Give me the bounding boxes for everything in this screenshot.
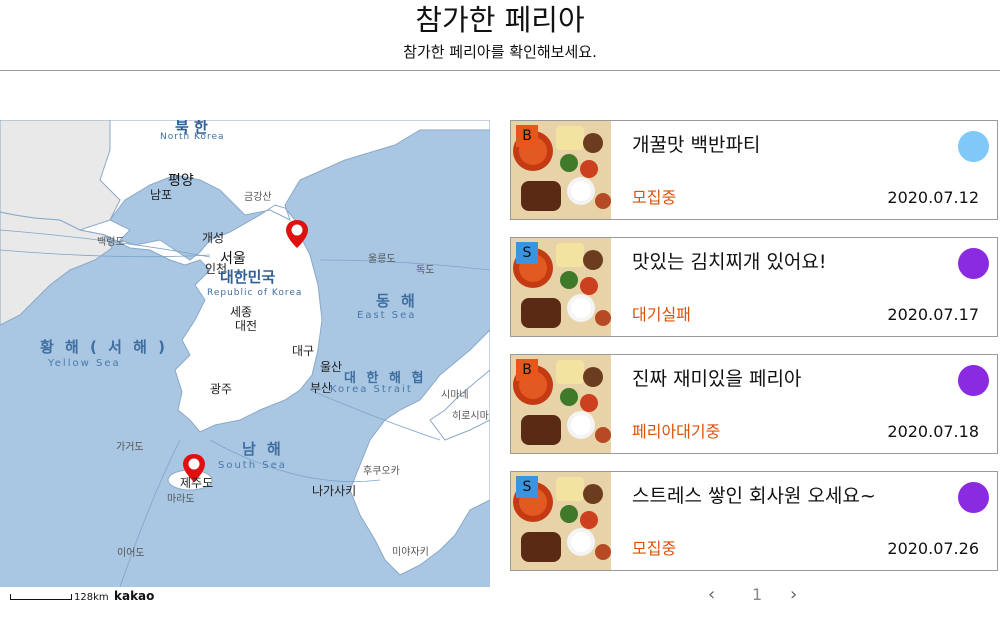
map-label-daejeon: 대전: [235, 319, 258, 333]
map-label-kaesong: 개성: [202, 231, 225, 245]
card-status: 모집중: [632, 188, 677, 207]
card-status: 대기실패: [632, 305, 691, 324]
pagination: ‹ 1 ›: [700, 583, 810, 607]
map-label-ieodo: 이어도: [117, 548, 145, 559]
food-thumbnail: B: [511, 121, 611, 219]
card-badge: S: [516, 242, 538, 264]
map-label-miyazaki: 미야자키: [392, 547, 429, 558]
map-label-busan: 부산: [310, 381, 333, 395]
status-dot-icon: [958, 131, 989, 162]
card-title: 맛있는 김치찌개 있어요!: [632, 251, 827, 273]
card-title: 스트레스 쌓인 회사원 오세요~: [632, 485, 876, 507]
party-card[interactable]: B 개꿀맛 백반파티모집중 2020.07.12: [510, 120, 998, 220]
map-label-marado: 마라도: [167, 494, 195, 505]
scale-bar: [10, 594, 72, 600]
chevron-left-icon[interactable]: ‹: [708, 583, 715, 607]
card-status: 페리아대기중: [632, 422, 721, 441]
map-label-jeju: 제주도: [180, 476, 214, 490]
status-dot-icon: [958, 248, 989, 279]
page-subtitle: 참가한 페리아를 확인해보세요.: [403, 43, 597, 61]
map-label-gageodo: 가거도: [116, 442, 144, 453]
map-label-baengnyeongdo: 백령도: [97, 237, 125, 248]
map-label-nampo: 남포: [150, 188, 173, 202]
page-number[interactable]: 1: [752, 583, 762, 607]
card-badge: B: [516, 359, 538, 381]
map-label-south-sea-en: South Sea: [218, 460, 287, 471]
map-label-east-sea: 동 해: [376, 292, 418, 310]
card-status: 모집중: [632, 539, 677, 558]
map-label-daegu: 대구: [292, 344, 315, 358]
map-label-south-sea: 남 해: [242, 440, 284, 458]
food-thumbnail: S: [511, 472, 611, 570]
status-dot-icon: [958, 482, 989, 513]
map-view[interactable]: 북 한 North Korea 평양 남포 금강산 개성 백령도 서울 인천 대…: [0, 120, 490, 587]
party-card[interactable]: B 진짜 재미있을 페리아페리아대기중 2020.07.18: [510, 354, 998, 454]
card-date: 2020.07.12: [887, 188, 979, 207]
card-title: 진짜 재미있을 페리아: [632, 368, 802, 390]
card-date: 2020.07.26: [887, 539, 979, 558]
map-label-east-sea-en: East Sea: [357, 310, 417, 321]
map-label-dokdo: 독도: [416, 265, 435, 276]
card-badge: S: [516, 476, 538, 498]
map-label-yellow-sea: 황 해 ( 서 해 ): [40, 338, 169, 356]
card-badge: B: [516, 125, 538, 147]
map-label-south-korea-en: Republic of Korea: [207, 288, 303, 298]
food-thumbnail: S: [511, 238, 611, 336]
map-label-nagasaki: 나가사키: [312, 484, 357, 498]
card-date: 2020.07.18: [887, 422, 979, 441]
card-title: 개꿀맛 백반파티: [632, 134, 761, 156]
map-label-shimane: 시마네: [441, 390, 469, 401]
map-label-gwangju: 광주: [210, 382, 233, 396]
chevron-right-icon[interactable]: ›: [790, 583, 797, 607]
scale-text: 128km: [74, 592, 109, 603]
page-header: 참가한 페리아 참가한 페리아를 확인해보세요.: [0, 0, 1000, 71]
status-dot-icon: [958, 365, 989, 396]
map-label-geumgangsan: 금강산: [244, 192, 272, 203]
map-label-fukuoka: 후쿠오카: [363, 466, 400, 477]
card-date: 2020.07.17: [887, 305, 979, 324]
map-label-south-korea: 대한민국: [220, 268, 276, 286]
land-china-top: [0, 120, 121, 231]
food-thumbnail: B: [511, 355, 611, 453]
map-label-ulsan: 울산: [320, 360, 343, 374]
page-title: 참가한 페리아: [415, 3, 585, 37]
party-card[interactable]: S 스트레스 쌓인 회사원 오세요~ 모집중 2020.07.26: [510, 471, 998, 571]
map-label-korea-strait-en: Korea Strait: [330, 384, 413, 395]
map-label-ulleungdo: 울릉도: [368, 254, 396, 265]
map-brand-logo: kakao: [114, 589, 155, 603]
party-card[interactable]: S 맛있는 김치찌개 있어요! 대기실패 2020.07.17: [510, 237, 998, 337]
map-label-yellow-sea-en: Yellow Sea: [48, 358, 121, 369]
map-label-north-korea-en: North Korea: [160, 132, 225, 142]
map-label-hiroshima: 히로시마: [452, 411, 489, 422]
